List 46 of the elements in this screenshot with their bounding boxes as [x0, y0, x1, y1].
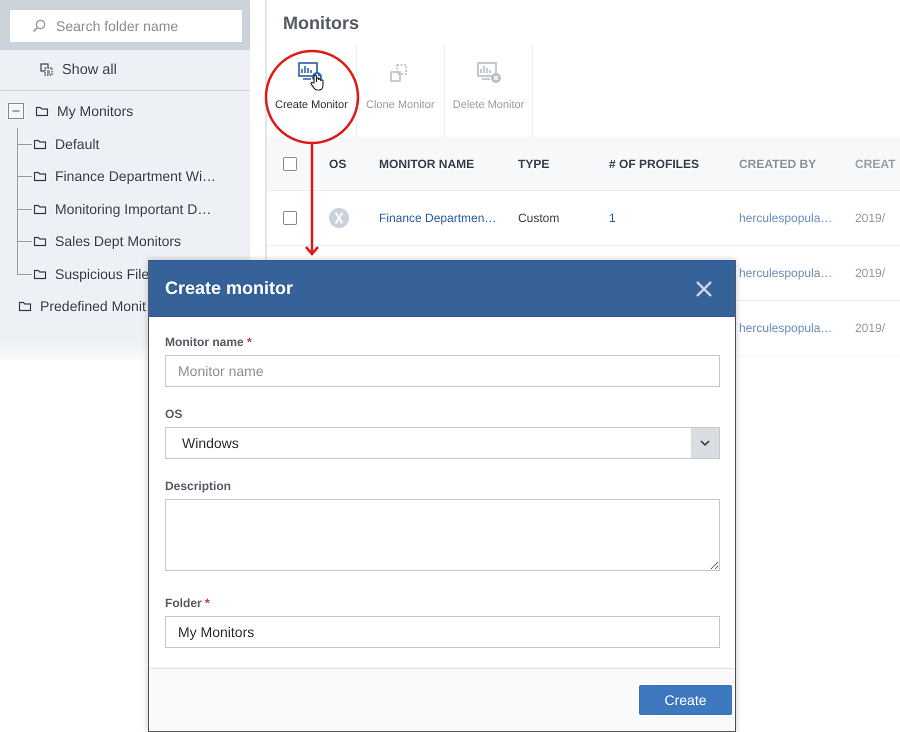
column-header: CREATED BY	[739, 156, 816, 170]
input-field[interactable]: Monitor name	[165, 355, 720, 387]
field-label: OS	[165, 407, 184, 421]
table-cell: 2019/	[855, 321, 886, 335]
field-label: Monitor name *	[165, 335, 253, 349]
search-field[interactable]: Search folder name	[10, 10, 242, 42]
column-header: CREAT	[855, 156, 896, 170]
folder-item[interactable]: Finance Department Wi…	[55, 168, 216, 184]
row-checkbox[interactable]	[283, 211, 297, 225]
folder-icon	[33, 169, 47, 184]
table-cell: Custom	[518, 211, 560, 225]
close-button[interactable]	[695, 280, 713, 298]
field-label: Folder *	[165, 596, 211, 610]
folder-item[interactable]: Monitoring Important D…	[55, 200, 212, 217]
column-header: TYPE	[518, 156, 550, 170]
profile-count-link[interactable]: 1	[609, 211, 616, 225]
field-label: Description	[165, 479, 232, 493]
page-title: Monitors	[282, 12, 360, 35]
description-field[interactable]	[165, 499, 720, 571]
folder-item[interactable]: My Monitors	[57, 103, 134, 120]
add-monitor-icon	[297, 61, 326, 91]
column-header: # OF PROFILES	[609, 156, 700, 170]
search-icon	[32, 19, 46, 33]
folder-icon	[35, 104, 49, 118]
dialog-title: Create monitor	[165, 278, 294, 299]
show-all-link[interactable]: Show all	[62, 62, 117, 78]
column-header: MONITOR NAME	[379, 156, 474, 170]
table-cell: 2019/	[855, 211, 886, 225]
create-button[interactable]: Create	[639, 685, 732, 715]
close-icon	[695, 280, 713, 298]
column-header: OS	[329, 156, 346, 170]
table-cell: 2019/	[855, 266, 886, 280]
chevron-down-icon	[700, 440, 710, 446]
folder-item[interactable]: Suspicious File	[55, 266, 150, 282]
folder-item[interactable]: Predefined Monit	[40, 298, 146, 314]
monitor-name-link[interactable]: Finance Departmen…	[379, 211, 496, 225]
folder-icon	[33, 234, 47, 248]
os-icon	[329, 208, 349, 228]
input-field[interactable]: My Monitors	[165, 616, 720, 648]
show-all-icon	[40, 63, 54, 77]
os-dropdown[interactable]: Windows	[165, 427, 720, 459]
select-all-checkbox[interactable]	[283, 156, 297, 170]
folder-item[interactable]: Sales Dept Monitors	[55, 233, 182, 250]
collapse-icon[interactable]	[8, 103, 24, 120]
folder-item[interactable]: Default	[55, 136, 100, 152]
folder-icon	[18, 299, 32, 314]
